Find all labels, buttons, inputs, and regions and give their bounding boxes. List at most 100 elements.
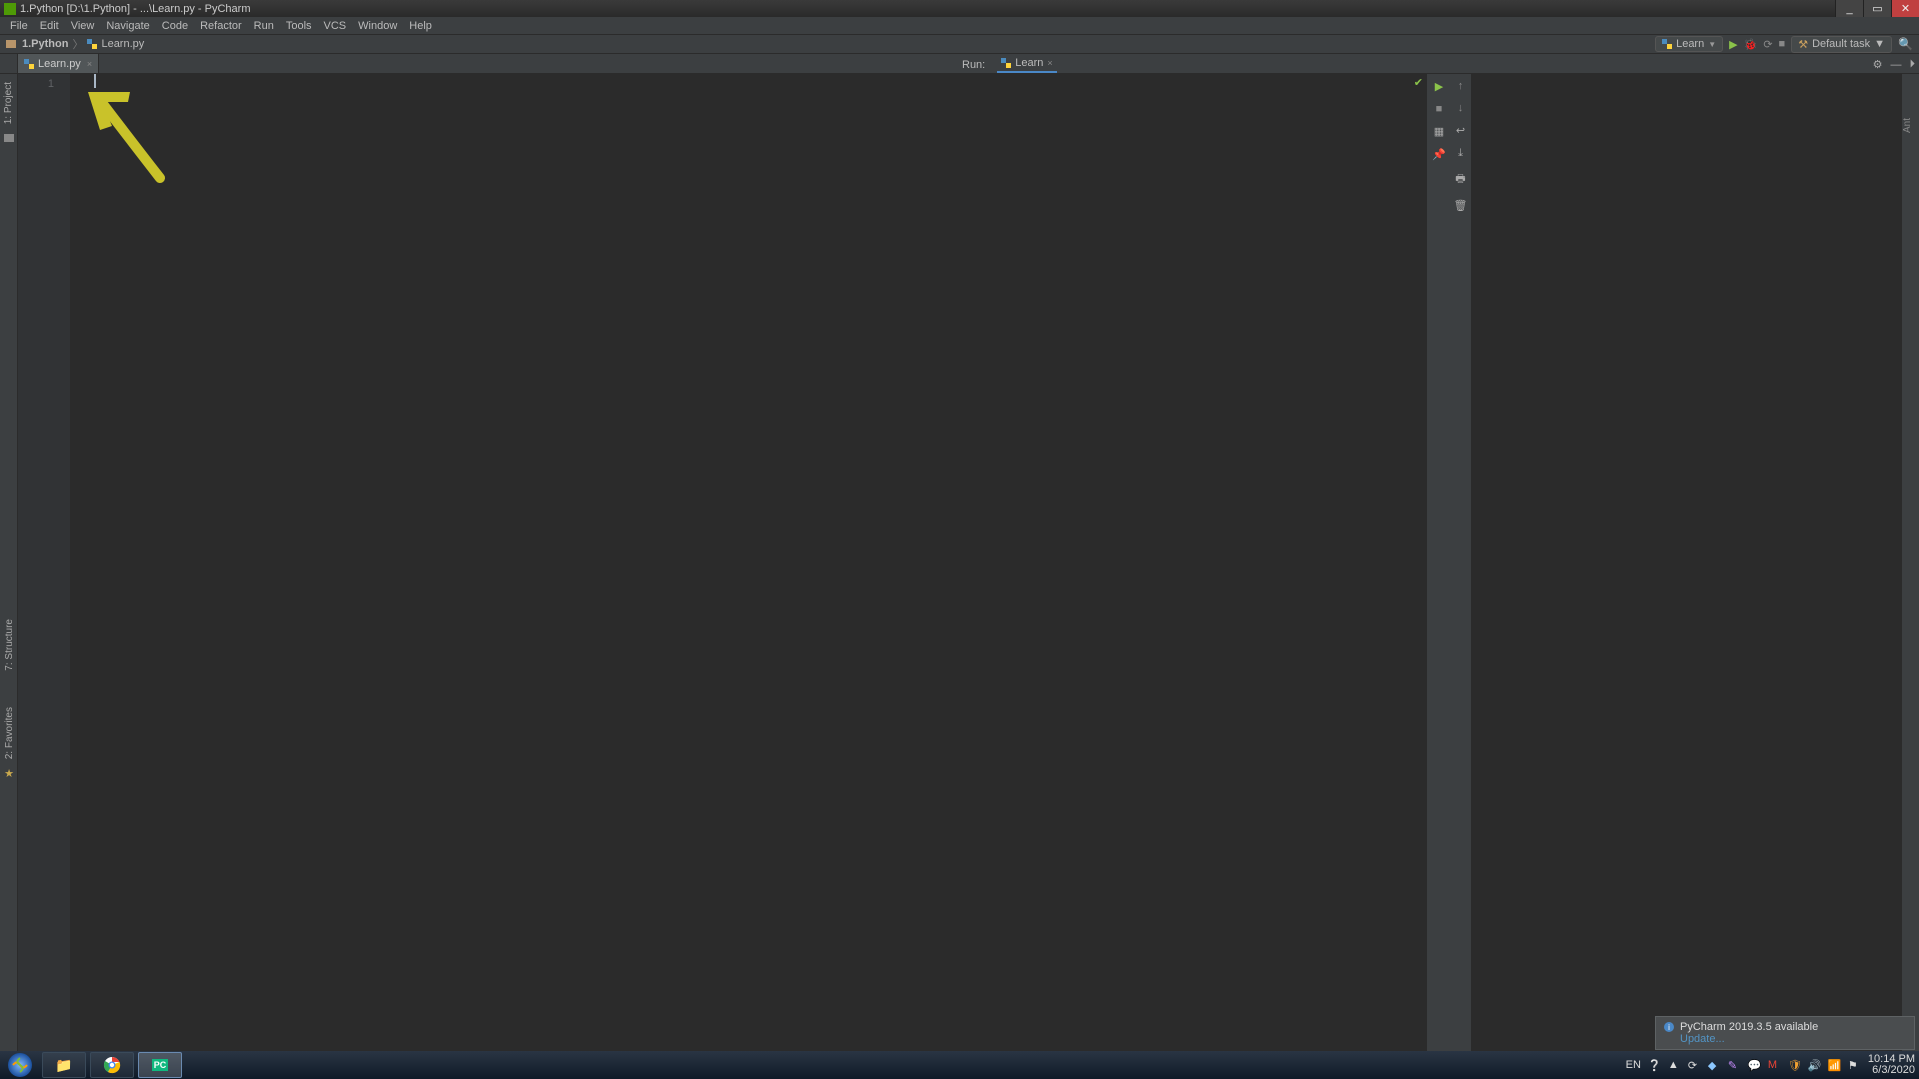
minimize-button[interactable]: _ (1835, 0, 1863, 17)
debug-button[interactable]: 🐞 (1744, 38, 1758, 51)
close-tab-icon[interactable]: × (87, 59, 92, 69)
task-config-selector[interactable]: ⚒ Default task ▼ (1791, 36, 1892, 53)
system-tray: EN ❔ ▲ ⟳ ◆ ✎ 💬 M 🛡 🔊 📶 ⚑ 10:14 PM 6/3/20… (1626, 1054, 1915, 1076)
print-icon[interactable]: 🖶 (1455, 170, 1465, 189)
explorer-icon: 📁 (55, 1057, 72, 1074)
tray-lang[interactable]: EN (1626, 1059, 1641, 1071)
menu-run[interactable]: Run (248, 18, 280, 34)
project-folder-icon (4, 134, 14, 142)
maximize-button[interactable]: ▭ (1863, 0, 1891, 17)
structure-tool-button[interactable]: 7: Structure (4, 615, 15, 675)
stop-button[interactable]: ■ (1779, 38, 1786, 50)
task-config-label: Default task (1812, 38, 1870, 50)
python-icon (1001, 58, 1011, 68)
pycharm-taskbar-icon: PC (152, 1059, 169, 1071)
run-settings-icon[interactable]: ⚙ (1873, 58, 1883, 71)
breadcrumb-root[interactable]: 1.Python (22, 38, 68, 50)
update-notification: i PyCharm 2019.3.5 available Update... (1655, 1016, 1915, 1050)
menubar: File Edit View Navigate Code Refactor Ru… (0, 17, 1919, 35)
run-tab-label: Learn (1015, 57, 1043, 69)
search-button[interactable]: 🔍 (1898, 37, 1913, 51)
close-button[interactable]: ✕ (1891, 0, 1919, 17)
clear-all-icon[interactable]: 🗑 (1454, 199, 1468, 212)
main-area: 1: Project 1 ✔ ▶ ■ ▦ 📌 ↑ ↓ ↩ ⤓ 🖶 🗑 (0, 74, 1919, 1052)
tray-network-icon[interactable]: 📶 (1828, 1059, 1841, 1072)
tray-clock[interactable]: 10:14 PM 6/3/2020 (1868, 1054, 1915, 1076)
menu-code[interactable]: Code (156, 18, 194, 34)
menu-tools[interactable]: Tools (280, 18, 318, 34)
rerun-icon[interactable]: ▶ (1435, 80, 1443, 93)
run-coverage-button[interactable]: ⟳ (1763, 38, 1772, 51)
line-number-1: 1 (18, 78, 54, 90)
taskbar-pycharm[interactable]: PC (138, 1052, 182, 1078)
window-title: 1.Python [D:\1.Python] - ...\Learn.py - … (20, 3, 251, 15)
menu-vcs[interactable]: VCS (318, 18, 353, 34)
notification-update-link[interactable]: Update... (1680, 1033, 1906, 1045)
inspections-ok-icon[interactable]: ✔ (1414, 76, 1423, 89)
tray-gdrive-icon[interactable]: ◆ (1708, 1059, 1721, 1072)
left-tool-strip: 1: Project (0, 74, 18, 1052)
tray-chat-icon[interactable]: 💬 (1748, 1059, 1761, 1072)
editor-text-area[interactable] (70, 74, 1427, 1052)
taskbar-chrome[interactable] (90, 1052, 134, 1078)
menu-refactor[interactable]: Refactor (194, 18, 248, 34)
menu-file[interactable]: File (4, 18, 34, 34)
run-tool-window: ▶ ■ ▦ 📌 ↑ ↓ ↩ ⤓ 🖶 🗑 (1427, 74, 1919, 1052)
run-tool-header: Run: Learn × (962, 55, 1057, 74)
hammer-icon: ⚒ (1798, 38, 1808, 51)
stop-icon[interactable]: ■ (1436, 103, 1443, 115)
breadcrumb-file[interactable]: Learn.py (101, 38, 144, 50)
scroll-to-end-icon[interactable]: ⤓ (1458, 147, 1463, 160)
run-button[interactable]: ▶ (1729, 38, 1737, 51)
run-config-selector[interactable]: Learn ▼ (1655, 36, 1723, 52)
tray-show-hidden-icon[interactable]: ▲ (1668, 1059, 1681, 1072)
run-console[interactable] (1472, 74, 1919, 1052)
run-config-label: Learn (1676, 38, 1704, 50)
pin-icon[interactable]: 📌 (1432, 148, 1446, 161)
close-run-tab-icon[interactable]: × (1047, 58, 1052, 68)
menu-view[interactable]: View (65, 18, 101, 34)
editor-pane[interactable]: 1 ✔ (18, 74, 1427, 1052)
menu-edit[interactable]: Edit (34, 18, 65, 34)
ant-tool-button[interactable]: Ant (1902, 114, 1913, 137)
editor-tabs: Learn.py × (0, 54, 1919, 74)
menu-navigate[interactable]: Navigate (100, 18, 155, 34)
tray-sync-icon[interactable]: ⟳ (1688, 1059, 1701, 1072)
navbar: 1.Python 〉 Learn.py Learn ▼ ▶ 🐞 ⟳ ■ ⚒ De… (0, 35, 1919, 54)
python-icon (1662, 39, 1672, 49)
run-minimize-icon[interactable]: — (1891, 59, 1902, 71)
windows-taskbar: 📁 PC EN ❔ ▲ ⟳ ◆ ✎ 💬 M 🛡 🔊 📶 ⚑ 10:14 PM 6… (0, 1051, 1919, 1079)
project-tool-button[interactable]: 1: Project (3, 78, 14, 128)
tray-pen-icon[interactable]: ✎ (1728, 1059, 1741, 1072)
python-file-icon (24, 59, 34, 69)
tray-date: 6/3/2020 (1868, 1065, 1915, 1076)
favorites-tool-button[interactable]: 2: Favorites (4, 703, 15, 763)
run-tab-learn[interactable]: Learn × (997, 57, 1056, 73)
layout-icon[interactable]: ▦ (1434, 125, 1444, 138)
up-stack-icon[interactable]: ↑ (1458, 80, 1464, 92)
soft-wrap-icon[interactable]: ↩ (1456, 124, 1465, 137)
taskbar-explorer[interactable]: 📁 (42, 1052, 86, 1078)
menu-window[interactable]: Window (352, 18, 403, 34)
favorites-star-icon: ★ (4, 767, 14, 780)
tray-help-icon[interactable]: ❔ (1648, 1059, 1661, 1072)
menu-help[interactable]: Help (403, 18, 438, 34)
tray-action-center-icon[interactable]: ⚑ (1848, 1059, 1861, 1072)
tab-label: Learn.py (38, 58, 81, 70)
editor-gutter: 1 (18, 74, 70, 1052)
chrome-icon (103, 1056, 121, 1074)
chevron-right-icon: 〉 (72, 36, 83, 52)
tray-shield-icon[interactable]: 🛡 (1788, 1059, 1801, 1072)
info-icon: i (1664, 1022, 1674, 1032)
down-stack-icon[interactable]: ↓ (1458, 102, 1464, 114)
tab-learn-py[interactable]: Learn.py × (18, 54, 99, 73)
tray-mail-icon[interactable]: M (1768, 1059, 1781, 1072)
python-file-icon (87, 39, 97, 49)
notification-title: PyCharm 2019.3.5 available (1680, 1021, 1818, 1033)
chevron-down-icon: ▼ (1708, 40, 1716, 49)
right-tool-strip: Ant (1901, 74, 1919, 1052)
start-button[interactable] (2, 1052, 38, 1078)
tray-volume-icon[interactable]: 🔊 (1808, 1059, 1821, 1072)
run-hide-icon[interactable]: ⏵ (1910, 58, 1916, 71)
breadcrumb: 1.Python 〉 Learn.py (6, 36, 144, 52)
